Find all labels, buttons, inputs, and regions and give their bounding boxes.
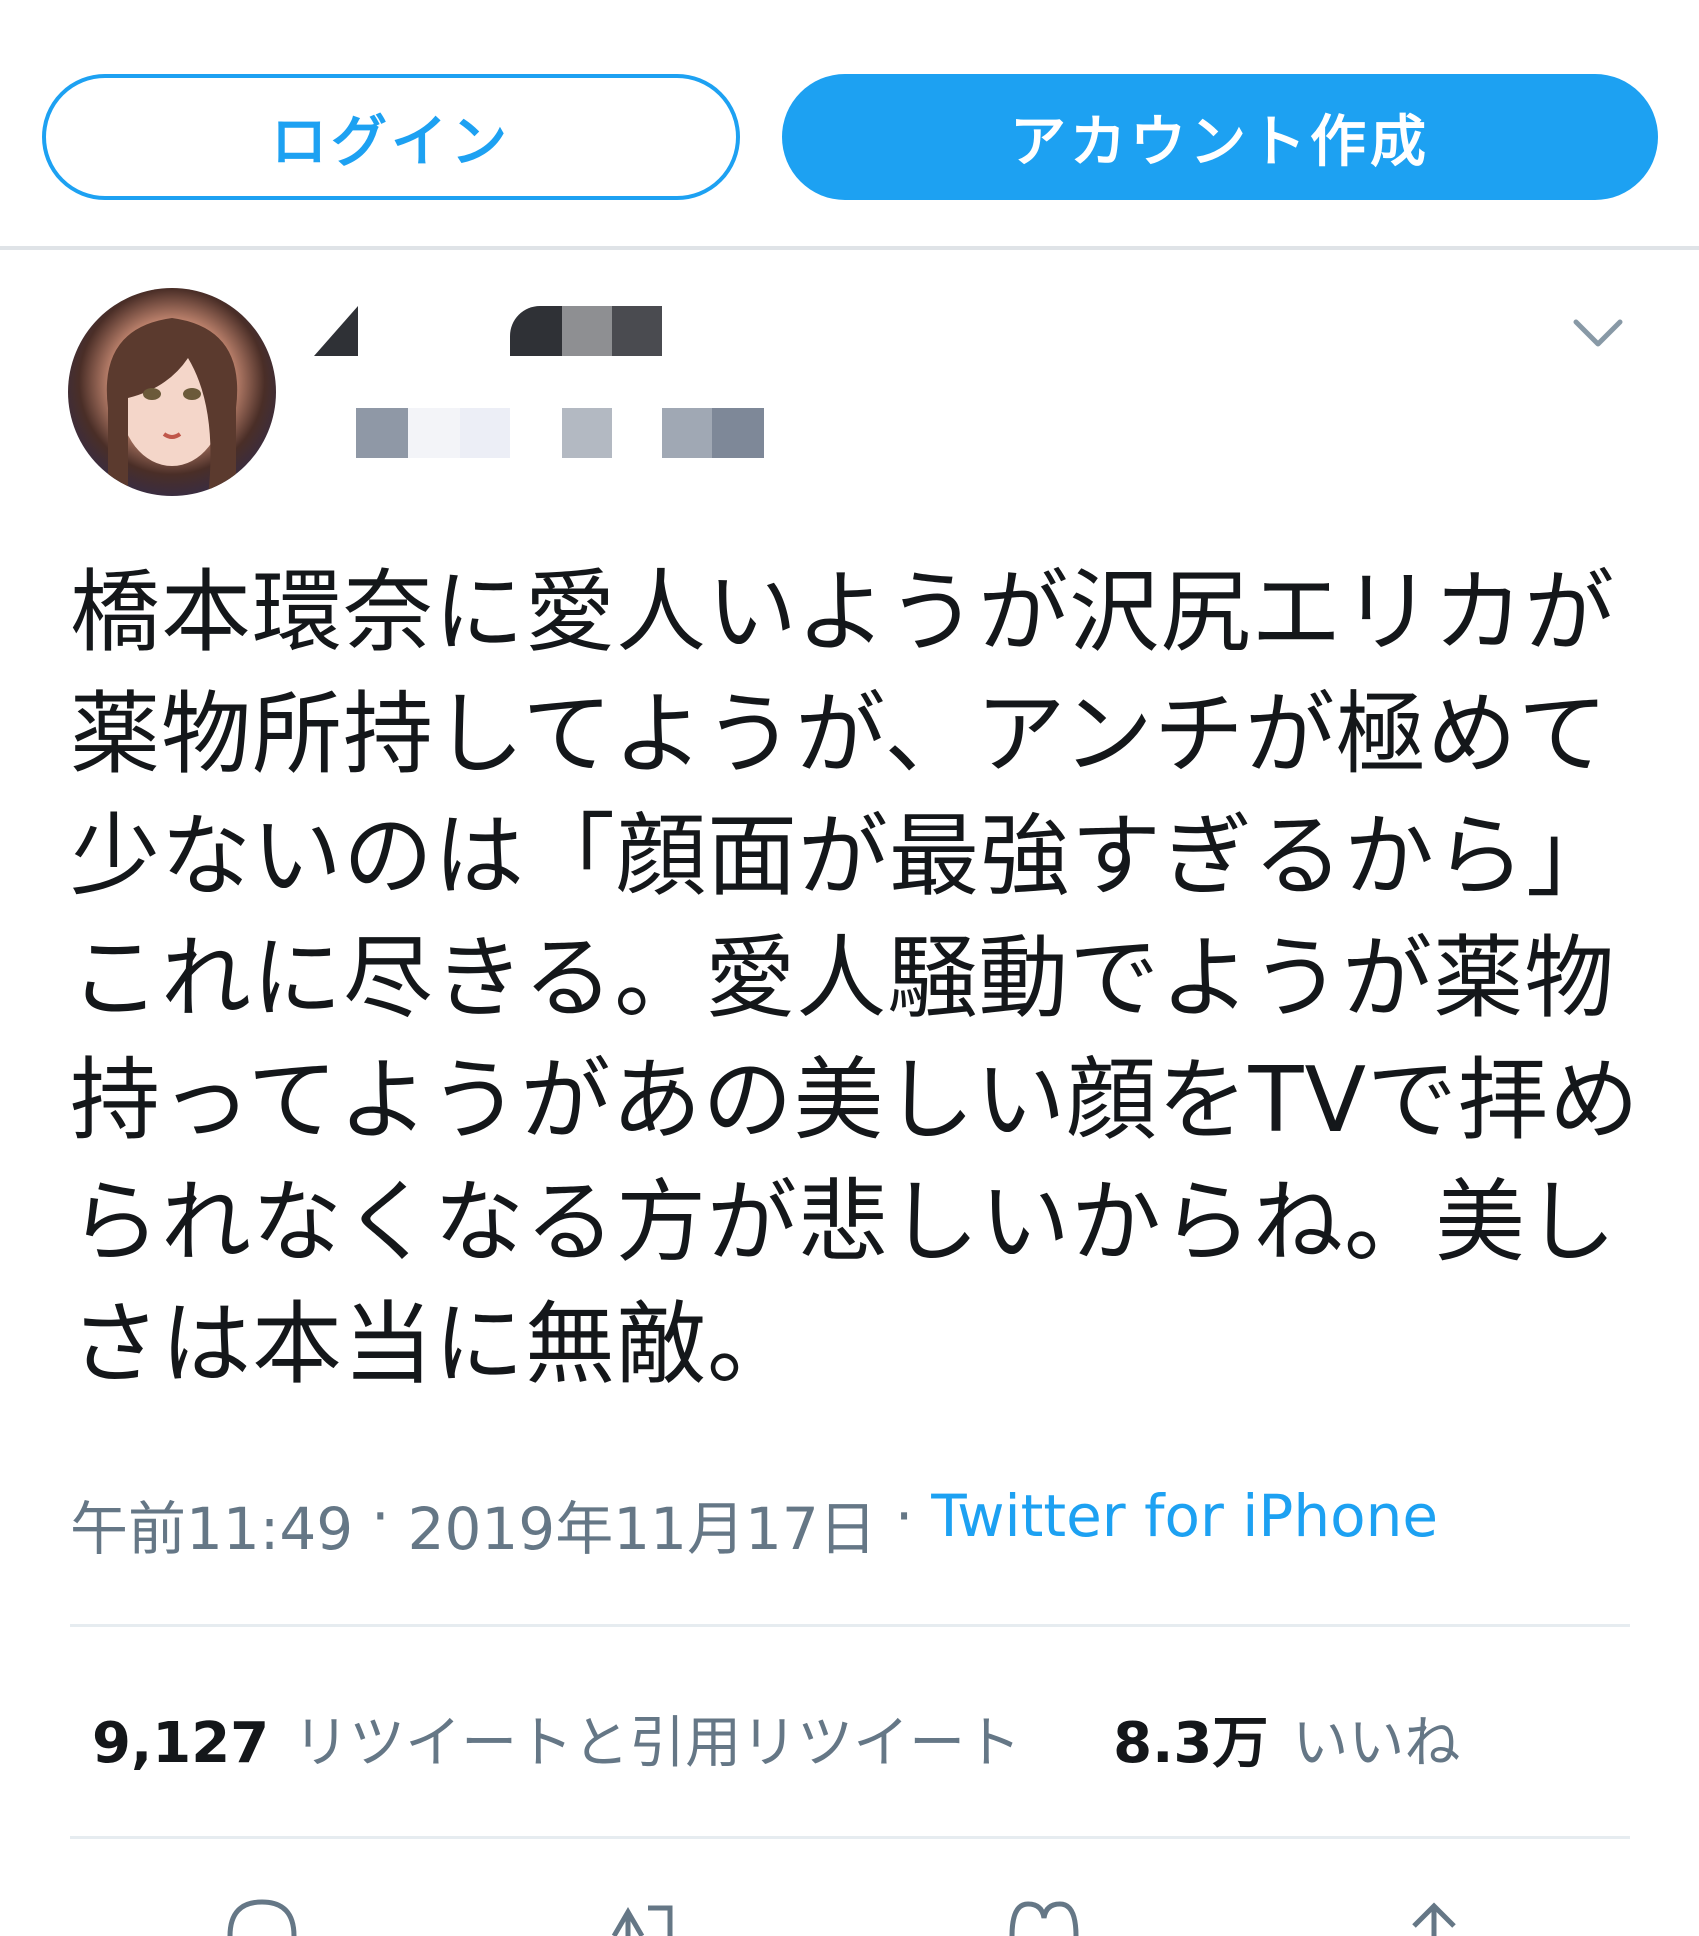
stats-top-divider [70, 1624, 1630, 1627]
like-count[interactable]: 8.3万 [1113, 1698, 1268, 1779]
tweet-text-line: さは本当に無敵。 [70, 1292, 798, 1397]
signup-button[interactable]: アカウント作成 [782, 74, 1658, 200]
redacted-block [356, 408, 408, 458]
user-avatar[interactable] [68, 288, 276, 496]
avatar-illustration [106, 318, 238, 496]
stats-bottom-divider [70, 1836, 1630, 1839]
redacted-block [712, 408, 764, 458]
tweet-date[interactable]: 2019年11月17日 [408, 1482, 877, 1566]
tweet-text: 橋本環奈に愛人いようが沢尻エリカが 薬物所持してようが、アンチが極めて 少ないの… [70, 552, 1641, 1406]
tweet-stats: 9,127 リツイートと引用リツイート 8.3万 いいね [92, 1698, 1460, 1779]
redacted-block [562, 306, 612, 356]
redacted-block [314, 306, 358, 356]
share-icon[interactable] [1394, 1896, 1474, 1936]
like-label[interactable]: いいね [1292, 1698, 1460, 1779]
reply-icon[interactable] [222, 1896, 302, 1936]
meta-separator: · [894, 1482, 914, 1550]
login-button[interactable]: ログイン [42, 74, 740, 200]
tweet-text-line: 橋本環奈に愛人いようが沢尻エリカが [70, 560, 1616, 665]
retweet-label[interactable]: リツイートと引用リツイート [293, 1698, 1021, 1779]
tweet-text-line: られなくなる方が悲しいからね。美し [70, 1170, 1617, 1275]
tweet-source-link[interactable]: Twitter for iPhone [931, 1482, 1438, 1566]
like-icon[interactable] [1004, 1896, 1084, 1936]
chevron-down-icon[interactable] [1572, 316, 1624, 352]
tweet-text-line: 少ないのは「顔面が最強すぎるから」 [70, 804, 1617, 909]
header-divider [0, 246, 1699, 250]
meta-separator: · [371, 1482, 390, 1550]
tweet-meta: 午前11:49 · 2019年11月17日 · Twitter for iPho… [70, 1482, 1438, 1566]
redacted-block [460, 408, 510, 458]
redacted-block [662, 408, 712, 458]
tweet-text-line: 持ってようがあの美しい顔をTVで拝め [70, 1048, 1641, 1153]
tweet-text-line: 薬物所持してようが、アンチが極めて [70, 682, 1609, 787]
redacted-block [612, 306, 662, 356]
tweet-text-line: これに尽きる。愛人騒動でようが薬物 [70, 926, 1616, 1031]
tweet-time[interactable]: 午前11:49 [70, 1482, 353, 1566]
auth-header: ログイン アカウント作成 [0, 0, 1699, 248]
redacted-block [408, 408, 460, 458]
retweet-icon[interactable] [604, 1896, 684, 1936]
redacted-block [510, 306, 562, 356]
redacted-block [562, 408, 612, 458]
retweet-count[interactable]: 9,127 [92, 1711, 269, 1776]
